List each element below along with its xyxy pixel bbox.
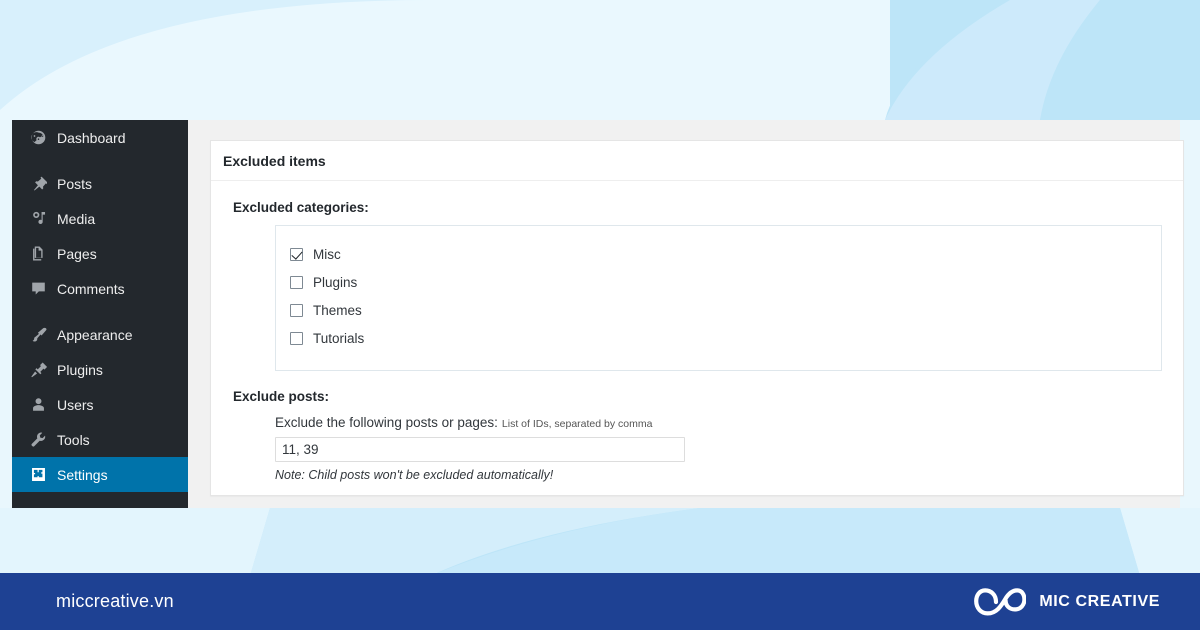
footer-website-url: miccreative.vn [56,591,174,611]
checkbox-plugins[interactable] [290,275,303,289]
sidebar-item-label: Dashboard [57,129,126,146]
category-row[interactable]: Misc [290,240,1161,268]
admin-sidebar: Dashboard Posts Media Pages Comments Appearan… [12,120,196,508]
sidebar-item-label: Comments [57,280,125,297]
category-label: Plugins [313,274,358,290]
brand-name: MIC CREATIVE [1039,592,1160,610]
sidebar-item-plugins[interactable]: Plugins [12,352,188,387]
wordpress-admin-screenshot: Dashboard Posts Media Pages Comments Appearan… [12,120,1184,508]
exclude-posts-section: Exclude posts: Exclude the following pos… [233,389,1183,482]
sidebar-item-label: Settings [57,466,108,483]
exclude-posts-field-group: Exclude the following posts or pages: Lis… [275,414,1183,482]
excluded-categories-label: Excluded categories: [233,200,369,215]
checkbox-tutorials[interactable] [290,331,303,345]
sidebar-item-label: Posts [57,175,93,192]
sidebar-item-users[interactable]: Users [12,387,188,422]
media-icon [28,209,48,229]
sidebar-item-pages[interactable]: Pages [12,236,188,271]
exclude-posts-inline-row: Exclude the following posts or pages: Lis… [275,414,1183,432]
sidebar-separator [12,306,188,317]
panel-header: Excluded items [211,141,1183,181]
excluded-categories-list[interactable]: Misc Plugins Themes Tutorials [275,225,1162,371]
exclude-posts-label: Exclude posts: [233,389,330,404]
footer-bar: miccreative.vn MIC CREATIVE [0,573,1200,630]
sidebar-item-tools[interactable]: Tools [12,422,188,457]
plug-icon [28,360,48,380]
sidebar-item-label: Plugins [57,361,103,378]
category-label: Misc [313,246,341,262]
exclude-posts-hint: List of IDs, separated by comma [501,418,653,430]
sidebar-item-label: Users [57,396,94,413]
page-title: Excluded items [223,152,326,169]
sliders-icon [28,465,48,485]
infinity-loop-logo-icon [974,587,1027,617]
exclude-ids-input[interactable] [275,437,685,462]
pages-icon [28,244,48,264]
wrench-icon [28,430,48,450]
panel-body: Excluded categories: Misc Plugins Themes Tu… [211,181,1183,482]
paintbrush-icon [28,325,48,345]
sidebar-item-label: Pages [57,245,97,262]
checkbox-misc[interactable] [290,247,303,261]
sidebar-item-label: Media [57,210,96,227]
sidebar-item-appearance[interactable]: Appearance [12,317,188,352]
sidebar-item-label: Tools [57,431,90,448]
excluded-items-panel: Excluded items Excluded categories: Misc… [210,140,1184,496]
sidebar-separator [12,155,188,166]
pin-icon [28,174,48,194]
exclude-posts-note: Note: Child posts won't be excluded auto… [275,468,554,482]
category-row[interactable]: Themes [290,296,1161,324]
category-row[interactable]: Tutorials [290,324,1161,352]
admin-content-area: Excluded items Excluded categories: Misc… [188,120,1184,508]
sidebar-item-settings[interactable]: Settings [12,457,196,492]
sidebar-item-label: Appearance [57,326,133,343]
exclude-posts-inline-label: Exclude the following posts or pages: [275,415,498,430]
category-label: Tutorials [313,330,365,346]
checkbox-themes[interactable] [290,303,303,317]
sidebar-item-dashboard[interactable]: Dashboard [12,120,188,155]
sidebar-item-media[interactable]: Media [12,201,188,236]
sidebar-item-posts[interactable]: Posts [12,166,188,201]
category-row[interactable]: Plugins [290,268,1161,296]
comment-icon [28,279,48,299]
brand-lockup: MIC CREATIVE [974,587,1160,617]
user-icon [28,395,48,415]
sidebar-item-comments[interactable]: Comments [12,271,188,306]
dashboard-icon [28,128,48,148]
category-label: Themes [313,302,362,318]
